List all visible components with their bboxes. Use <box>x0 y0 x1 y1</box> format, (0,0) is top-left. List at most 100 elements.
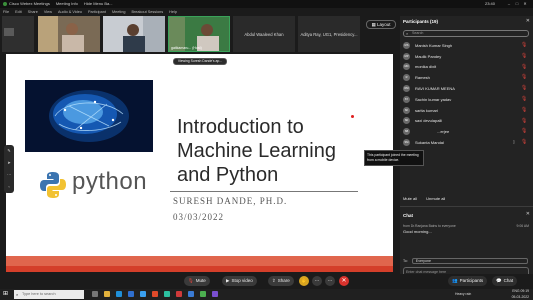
video-tile-2[interactable] <box>103 16 165 52</box>
meeting-clock: 23:40 <box>484 1 495 6</box>
office-icon[interactable] <box>152 291 158 297</box>
mic-muted-icon[interactable]: 🎙 <box>521 53 527 59</box>
mic-muted-icon[interactable]: 🎙 <box>521 128 527 134</box>
mute-all-button[interactable]: Mute all <box>403 196 417 201</box>
menu-participant[interactable]: Participant <box>88 8 106 16</box>
close-participants-icon[interactable]: ✕ <box>526 18 530 24</box>
participants-search-input[interactable]: ⌕ Search <box>403 30 529 37</box>
participants-header: Participants (19) <box>403 19 439 24</box>
video-tile-host[interactable]: gatikamaru... (Host) <box>168 16 230 52</box>
store-icon[interactable] <box>128 291 134 297</box>
list-item[interactable]: MD monika dixit 🎙 <box>403 62 529 73</box>
pointer-icon[interactable]: ➤ <box>4 157 14 169</box>
annotation-toolbar: ✎ ➤ ⋯ ‹ <box>4 145 14 193</box>
close-window-button[interactable]: ✕ <box>521 0 529 8</box>
avatar: SB <box>403 128 410 136</box>
chat-recipient-row: To: Everyone <box>403 258 528 264</box>
mail-icon[interactable] <box>140 291 146 297</box>
microphone-icon: 🎙 <box>188 278 194 283</box>
share-button[interactable]: ⇪ Share <box>268 276 294 286</box>
edge-browser-icon[interactable] <box>116 291 122 297</box>
participant-name: RAVI KUMAR MEENA <box>415 86 455 92</box>
menu-meeting[interactable]: Meeting <box>112 8 126 16</box>
unmute-all-button[interactable]: Unmute all <box>426 196 445 201</box>
participant-name: Sachin kumar yadav <box>415 96 452 102</box>
stop-video-button[interactable]: ▶ Stop video <box>222 276 257 286</box>
avatar: SY <box>403 95 410 103</box>
weather-widget[interactable]: Heavy rain <box>455 292 471 296</box>
powerpoint-icon[interactable] <box>176 291 182 297</box>
more-options-button[interactable]: ⋯ <box>312 276 322 286</box>
taskbar-search-input[interactable]: ⌕ Type here to search <box>14 290 84 299</box>
list-item[interactable]: SM Sukanta Mandal ▯ 🎙 <box>403 137 529 148</box>
leave-meeting-button[interactable]: ✕ <box>339 276 349 286</box>
chrome-icon[interactable] <box>200 291 206 297</box>
mic-muted-icon[interactable]: 🎙 <box>521 107 527 113</box>
participant-name: Ramesh <box>415 75 430 81</box>
menu-help[interactable]: Help <box>169 8 177 16</box>
file-explorer-icon[interactable] <box>104 291 110 297</box>
mic-muted-icon[interactable]: 🎙 <box>521 96 527 102</box>
close-chat-icon[interactable]: ✕ <box>526 211 530 217</box>
mute-button[interactable]: 🎙 Mute <box>184 276 210 286</box>
video-tile-1[interactable] <box>38 16 100 52</box>
more-icon[interactable]: ⋯ <box>4 169 14 181</box>
name-tile-1[interactable]: Abdul Waaleed Khan <box>233 16 295 52</box>
maximize-button[interactable]: □ <box>513 0 521 8</box>
windows-start-icon[interactable]: ⊞ <box>3 291 10 298</box>
list-item[interactable]: RM RAVI KUMAR MEENA 🎙 <box>403 83 529 94</box>
menu-view[interactable]: View <box>44 8 52 16</box>
app-title: Cisco Webex Meetings <box>9 1 50 6</box>
menu-file[interactable]: File <box>3 8 9 16</box>
list-item[interactable]: MS Manish Kumar Singh 🎙 <box>403 40 529 51</box>
python-logo-icon <box>38 170 68 205</box>
list-item[interactable]: SB ...erjee 🎙 <box>403 126 529 137</box>
participants-button[interactable]: 👥 Participants <box>448 276 488 286</box>
mic-muted-icon[interactable]: 🎙 <box>521 74 527 80</box>
mic-muted-icon[interactable]: 🎙 <box>521 64 527 70</box>
avatar: MP <box>403 52 410 60</box>
name-tile-2[interactable]: Aditya Ray, UG1, Presidency... <box>298 16 360 52</box>
layout-button[interactable]: ▦ Layout <box>366 20 396 29</box>
list-item[interactable]: R Ramesh 🎙 <box>403 72 529 83</box>
webex-taskbar-icon[interactable] <box>164 291 170 297</box>
app-icon[interactable] <box>212 291 218 297</box>
menu-share[interactable]: Share <box>28 8 38 16</box>
mic-muted-icon[interactable]: 🎙 <box>521 42 527 48</box>
chat-bubble-icon: 💬 <box>496 278 502 283</box>
menu-edit[interactable]: Edit <box>15 8 22 16</box>
brain-image <box>25 80 153 152</box>
list-item[interactable]: MP Maulik Pandey 🎙 <box>403 51 529 62</box>
hide-menu-bar-button[interactable]: Hide Menu Ba... <box>84 0 113 8</box>
list-item[interactable]: SD saxi devulapalli 🎙 <box>403 116 529 127</box>
share-icon: ⇪ <box>272 278 276 283</box>
avatar: SD <box>403 117 410 125</box>
self-view-tile[interactable] <box>2 16 34 52</box>
meeting-info-link[interactable]: Meeting Info <box>56 0 78 8</box>
list-item[interactable]: SK sarita kumari 🎙 <box>403 105 529 116</box>
menu-breakout[interactable]: Breakout Sessions <box>131 8 163 16</box>
word-icon[interactable] <box>188 291 194 297</box>
list-item[interactable]: SY Sachin kumar yadav 🎙 <box>403 94 529 105</box>
people-icon: 👥 <box>452 278 458 283</box>
self-view-preview <box>4 28 14 36</box>
ellipsis-icon: ⋯ <box>327 278 333 283</box>
chat-button[interactable]: 💬 Chat <box>492 276 518 286</box>
system-tray[interactable]: ENG 09:19 05-03-2022 <box>512 289 529 300</box>
minimize-button[interactable]: – <box>505 0 513 8</box>
participant-name: Maulik Pandey <box>415 53 442 59</box>
menu-audio-video[interactable]: Audio & Video <box>58 8 82 16</box>
annotate-icon[interactable]: ✎ <box>4 145 14 157</box>
task-view-icon[interactable] <box>92 291 98 297</box>
viewing-banner[interactable]: Viewing Suresh Dande's ap... <box>173 58 227 65</box>
more-menu-button[interactable]: ⋯ <box>325 276 335 286</box>
recipient-select[interactable]: Everyone <box>411 258 528 264</box>
mic-muted-icon[interactable]: 🎙 <box>521 118 527 124</box>
language-indicator: ENG <box>512 289 520 293</box>
mic-muted-icon[interactable]: 🎙 <box>521 85 527 91</box>
participants-button-label: Participants <box>459 278 484 283</box>
collapse-icon[interactable]: ‹ <box>4 181 14 193</box>
mic-muted-icon[interactable]: 🎙 <box>521 139 527 145</box>
more-icon: ⋯ <box>314 278 320 283</box>
reactions-button[interactable]: ✋ <box>299 276 309 286</box>
